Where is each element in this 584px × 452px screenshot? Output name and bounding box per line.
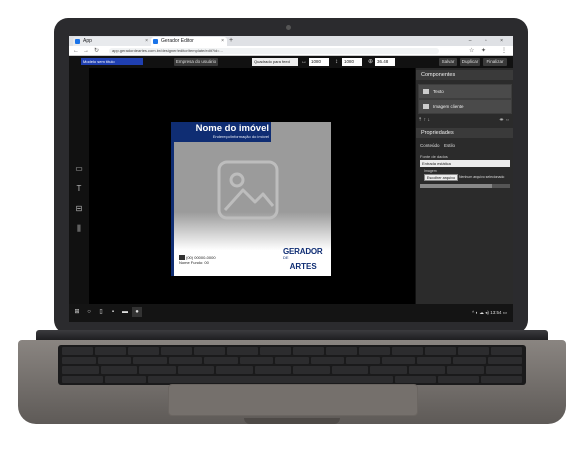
empresa-button[interactable]: Empresa do usuário bbox=[174, 58, 218, 66]
clock[interactable]: 13:54 bbox=[490, 310, 501, 315]
height-input[interactable]: 1080 bbox=[342, 58, 362, 66]
system-tray[interactable]: ^ ◐ ☁ ◂) 13:54 ▭ bbox=[472, 304, 507, 322]
align-icons[interactable]: ⇼ ⇔ bbox=[499, 116, 510, 124]
windows-start-icon[interactable]: ⊞ bbox=[72, 307, 82, 317]
close-tab-icon[interactable]: × bbox=[145, 37, 148, 46]
image-tool-icon[interactable]: ▭ bbox=[73, 164, 85, 174]
property-subtitle[interactable]: Endereço/informação do imóvel bbox=[173, 134, 269, 139]
new-tab-button[interactable]: + bbox=[229, 36, 233, 46]
forward-icon[interactable]: → bbox=[83, 46, 89, 56]
image-component-icon bbox=[423, 104, 429, 109]
logo-word-de: DE bbox=[283, 255, 289, 260]
laptop-hinge bbox=[36, 330, 548, 340]
artwork-side-stripe bbox=[171, 142, 174, 276]
editor-app: Modelo sem título Empresa do usuário Qua… bbox=[69, 56, 513, 304]
property-title[interactable]: Nome do imóvel bbox=[173, 123, 269, 134]
panel-scrollbar-thumb[interactable] bbox=[420, 184, 492, 188]
url-input[interactable]: app.geradordeartes.com.br/designer/edito… bbox=[109, 48, 439, 54]
component-item-texto[interactable]: Texto bbox=[419, 85, 511, 98]
layout-tool-icon[interactable]: ⊟ bbox=[73, 204, 85, 214]
browser-tab[interactable]: App × bbox=[73, 37, 151, 46]
left-tool-sidebar: ▭ T ⊟ ⫼ bbox=[69, 68, 89, 304]
tab-label: App bbox=[83, 38, 92, 44]
browser-tab-bar: App × Gerador Editor × + – ▫ × bbox=[69, 36, 513, 46]
components-heading: Componentes bbox=[416, 70, 513, 80]
properties-heading: Propriedades bbox=[416, 128, 513, 138]
component-label: Texto bbox=[433, 89, 444, 94]
contact-name: Nome Fundo: 00 bbox=[179, 260, 209, 266]
logo-word-top: GERADOR bbox=[283, 247, 323, 256]
width-input[interactable]: 1080 bbox=[309, 58, 329, 66]
artwork-preview[interactable]: Nome do imóvel Endereço/informação do im… bbox=[171, 122, 331, 276]
favicon-icon bbox=[153, 39, 158, 44]
contact-phone: (00) 00000-0000 bbox=[186, 255, 216, 260]
taskbar: ⊞ ○ ▯ ▪ ▬ ● ^ ◐ ☁ ◂) 13:54 ▭ bbox=[69, 304, 513, 322]
back-icon[interactable]: ← bbox=[73, 46, 79, 56]
app-icon[interactable]: ▪ bbox=[108, 307, 118, 317]
browser-tab-active[interactable]: Gerador Editor × bbox=[151, 37, 227, 46]
artwork-title-banner[interactable]: Nome do imóvel Endereço/informação do im… bbox=[171, 122, 271, 142]
notifications-icon[interactable]: ▭ bbox=[503, 310, 507, 315]
width-icon: ↔ bbox=[301, 59, 307, 65]
address-bar-row: ← → ↻ app.geradordeartes.com.br/designer… bbox=[69, 46, 513, 56]
components-list: Texto Imagem cliente bbox=[418, 84, 512, 114]
star-icon[interactable]: ☆ bbox=[469, 46, 474, 56]
template-name-input[interactable]: Modelo sem título bbox=[81, 58, 143, 65]
file-explorer-icon[interactable]: ▬ bbox=[120, 307, 130, 317]
file-status-text: Nenhum arquivo selecionado bbox=[459, 175, 505, 179]
tray-icons[interactable]: ^ ◐ ☁ ◂) bbox=[472, 310, 489, 315]
save-button[interactable]: Salvar bbox=[439, 58, 457, 66]
format-select[interactable]: Quadrado para feed bbox=[252, 58, 298, 66]
image-placeholder-icon[interactable] bbox=[217, 160, 279, 220]
editor-toolbar: Modelo sem título Empresa do usuário Qua… bbox=[69, 56, 513, 68]
component-actions[interactable]: ⇡ ↑ ↓ ⇼ ⇔ bbox=[418, 116, 512, 124]
contact-block[interactable]: (00) 00000-0000 Nome Fundo: 00 bbox=[179, 255, 216, 265]
right-panel: Componentes Texto Imagem cliente ⇡ ↑ ↓ ⇼… bbox=[415, 68, 513, 304]
logo-word-bottom: ARTES bbox=[289, 262, 317, 271]
favicon-icon bbox=[75, 39, 80, 44]
gerador-de-artes-logo: GERADOR DEARTES bbox=[283, 248, 327, 274]
close-tab-icon[interactable]: × bbox=[221, 37, 224, 46]
text-tool-icon[interactable]: T bbox=[73, 184, 85, 194]
reload-icon[interactable]: ↻ bbox=[94, 46, 99, 56]
laptop-screen: App × Gerador Editor × + – ▫ × ← → ↻ app… bbox=[69, 36, 513, 322]
duplicate-button[interactable]: Duplicar bbox=[460, 58, 480, 66]
task-view-icon[interactable]: ▯ bbox=[96, 307, 106, 317]
columns-tool-icon[interactable]: ⫼ bbox=[73, 224, 85, 234]
browser-taskbar-icon[interactable]: ● bbox=[132, 307, 142, 317]
finish-button[interactable]: Finalizar bbox=[483, 58, 507, 66]
tab-label: Gerador Editor bbox=[161, 38, 194, 44]
component-item-imagem[interactable]: Imagem cliente bbox=[419, 100, 511, 113]
tab-conteudo[interactable]: Conteúdo bbox=[420, 142, 440, 150]
tab-estilo[interactable]: Estilo bbox=[444, 142, 455, 150]
reorder-icons[interactable]: ⇡ ↑ ↓ bbox=[418, 117, 430, 123]
choose-file-button[interactable]: Escolher arquivo bbox=[424, 174, 458, 181]
menu-icon[interactable]: ⋮ bbox=[501, 46, 507, 56]
text-component-icon bbox=[423, 89, 429, 94]
zoom-icon: ⊕ bbox=[368, 59, 374, 65]
search-icon[interactable]: ○ bbox=[84, 307, 94, 317]
data-source-select[interactable]: Entrada estática bbox=[420, 160, 510, 167]
extensions-icon[interactable]: ✦ bbox=[481, 46, 486, 56]
lid-notch bbox=[244, 418, 340, 424]
laptop-keyboard bbox=[58, 345, 526, 385]
zoom-input[interactable]: 36.48 bbox=[375, 58, 395, 66]
trackpad bbox=[168, 384, 418, 416]
webcam-icon bbox=[286, 25, 291, 30]
height-icon: ↕ bbox=[335, 59, 338, 65]
component-label: Imagem cliente bbox=[433, 104, 464, 109]
window-controls[interactable]: – ▫ × bbox=[469, 36, 509, 46]
